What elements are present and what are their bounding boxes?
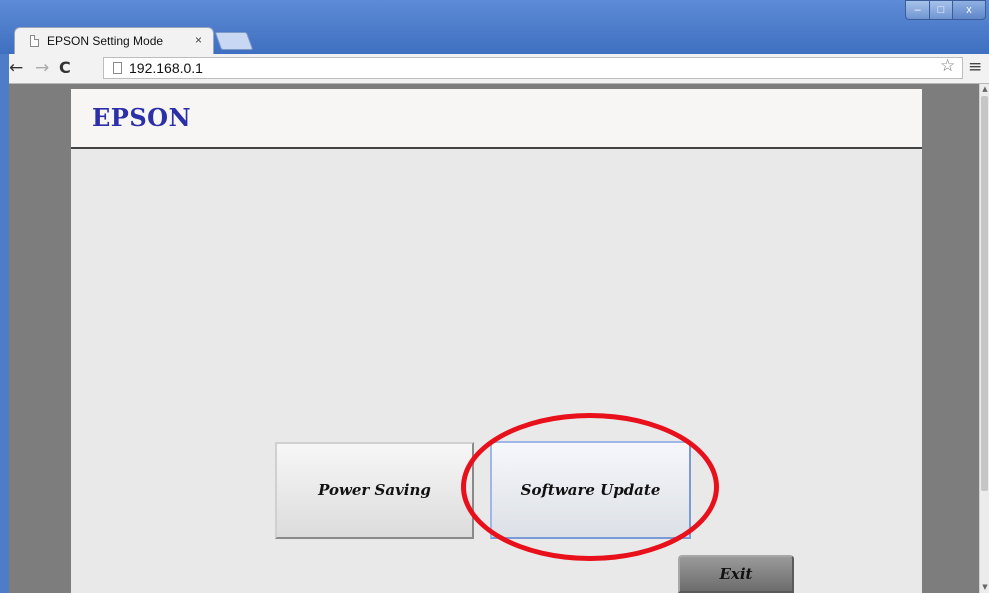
- new-tab-button[interactable]: [214, 32, 254, 50]
- page-icon: [113, 62, 122, 74]
- exit-button[interactable]: Exit: [678, 555, 794, 593]
- forward-arrow-icon[interactable]: →: [35, 58, 49, 78]
- scroll-down-icon[interactable]: ▼: [981, 582, 989, 592]
- power-saving-button[interactable]: Power Saving: [275, 442, 474, 539]
- minimize-button[interactable]: –: [905, 0, 930, 20]
- printer-settings-page: EPSON Power Saving Software Update Exit: [71, 89, 922, 593]
- close-tab-icon[interactable]: ×: [195, 33, 202, 47]
- back-arrow-icon[interactable]: ←: [9, 58, 23, 78]
- browser-toolbar: ← → C 192.168.0.1 ☆ ≡: [0, 54, 989, 84]
- epson-logo: EPSON: [92, 103, 192, 132]
- address-bar[interactable]: 192.168.0.1: [103, 57, 963, 79]
- reload-icon[interactable]: C: [59, 58, 71, 78]
- page-header: EPSON: [71, 89, 922, 149]
- software-update-button[interactable]: Software Update: [490, 441, 691, 539]
- tab-title: EPSON Setting Mode: [47, 34, 164, 48]
- close-window-button[interactable]: x: [952, 0, 986, 20]
- maximize-button[interactable]: □: [929, 0, 953, 20]
- scroll-up-icon[interactable]: ▲: [981, 84, 989, 94]
- browser-tab[interactable]: EPSON Setting Mode ×: [14, 27, 214, 54]
- vertical-scrollbar[interactable]: ▲ ▼: [979, 84, 989, 593]
- page-icon: [30, 35, 39, 47]
- menu-icon[interactable]: ≡: [968, 57, 982, 77]
- url-text[interactable]: 192.168.0.1: [129, 60, 203, 76]
- bookmark-star-icon[interactable]: ☆: [940, 56, 955, 76]
- window-left-edge: [0, 54, 9, 593]
- scrollbar-thumb[interactable]: [981, 96, 988, 491]
